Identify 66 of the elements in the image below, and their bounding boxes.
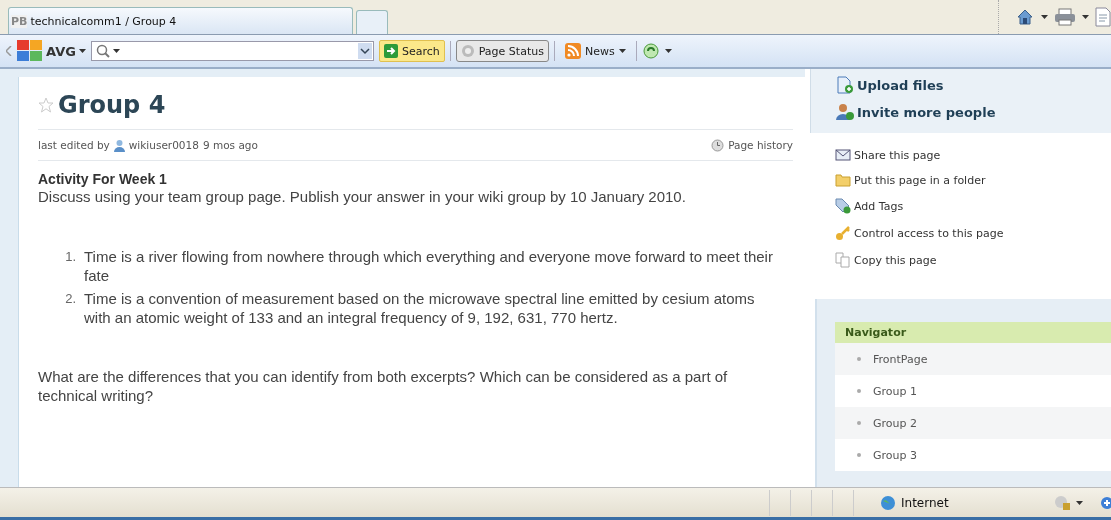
sidebar-link[interactable]: Copy this page	[835, 252, 1111, 268]
sidebar-link[interactable]: Control access to this page	[835, 225, 1111, 241]
list-marker: 2.	[64, 290, 76, 308]
news-button[interactable]: News	[559, 40, 631, 62]
file-upload-icon	[836, 76, 854, 94]
page-history-link[interactable]: Page history	[728, 139, 793, 151]
navigator-title: Navigator	[835, 322, 1111, 343]
sidebar-action-link[interactable]: Invite more people	[836, 103, 1111, 121]
logo-icon	[17, 40, 43, 62]
people-icon	[836, 103, 854, 121]
rss-icon	[564, 43, 581, 59]
edited-label: last edited by	[38, 139, 110, 151]
activity-heading: Activity For Week 1	[38, 171, 168, 187]
search-icon	[95, 44, 110, 58]
bullet-icon	[857, 453, 861, 457]
search-button[interactable]: Search	[378, 40, 445, 62]
key-icon	[835, 225, 851, 241]
arrow-icon	[383, 44, 398, 58]
navigator-link[interactable]: Group 1	[873, 384, 917, 398]
caret-icon[interactable]	[1041, 15, 1048, 19]
dropdown-icon	[357, 43, 372, 59]
page-status-button[interactable]: Page Status	[455, 40, 549, 62]
caret-icon	[112, 49, 120, 53]
caret-icon[interactable]	[664, 49, 672, 53]
bullet-icon	[857, 421, 861, 425]
browser-tab[interactable]: PB technicalcomm1 / Group 4	[8, 7, 353, 34]
copy-icon	[835, 252, 851, 268]
list-item-text: Time is a convention of measurement based on the microwave spectral line emitted by cesium atoms with an atomic weight of 133 and an integral frequency of 9, 192, 631, 770 hertz.	[84, 289, 756, 327]
bullet-icon	[857, 357, 861, 361]
user-icon	[113, 138, 125, 152]
question-text: What are the differences that you can identify from both excerpts? Which can be considered as a part of technical writing?	[38, 367, 729, 405]
sidebar-link[interactable]: Put this page in a folder	[835, 173, 1111, 187]
navigator-link[interactable]: FrontPage	[873, 352, 928, 366]
security-zone[interactable]: Internet	[874, 494, 1030, 511]
navigator-link[interactable]: Group 2	[873, 416, 917, 430]
edited-time: 9 mos ago	[202, 139, 258, 151]
printer-icon[interactable]	[1054, 8, 1076, 26]
globe-icon	[880, 494, 896, 511]
home-icon[interactable]	[1015, 7, 1035, 27]
sidebar-link[interactable]: Share this page	[835, 148, 1111, 162]
avg-button[interactable]: AVG	[17, 40, 86, 62]
star-icon[interactable]	[38, 97, 54, 113]
envelope-icon	[835, 148, 851, 162]
chevron-icon[interactable]	[6, 46, 12, 56]
search-field[interactable]	[90, 41, 374, 61]
caret-icon	[78, 49, 86, 53]
list-marker: 1.	[64, 248, 76, 266]
clock-icon	[711, 138, 725, 152]
sidebar-link[interactable]: Add Tags	[835, 198, 1111, 214]
folder-icon	[835, 173, 851, 187]
page-icon[interactable]	[1095, 7, 1111, 27]
bullet-icon	[857, 389, 861, 393]
list-item-text: Time is a river flowing from nowhere through which everything and everyone move forward to meet their fate	[84, 247, 774, 285]
caret-icon[interactable]	[1076, 500, 1083, 505]
caret-icon[interactable]	[1082, 15, 1089, 19]
intro-text: Discuss using your team group page. Publish your answer in your wiki group by 10 January 2010.	[38, 187, 687, 206]
user-link[interactable]: wikiuser0018	[128, 139, 199, 151]
favicon: PB	[11, 14, 28, 28]
tag-icon	[835, 198, 851, 214]
tab-title: technicalcomm1 / Group 4	[30, 14, 177, 28]
navigator-link[interactable]: Group 3	[873, 448, 917, 462]
sidebar-action-link[interactable]: Upload files	[836, 76, 1111, 94]
page-title: Group 4	[58, 91, 166, 119]
status-icon	[460, 44, 475, 58]
zoom-icon[interactable]	[1099, 494, 1111, 511]
caret-icon	[618, 49, 626, 53]
